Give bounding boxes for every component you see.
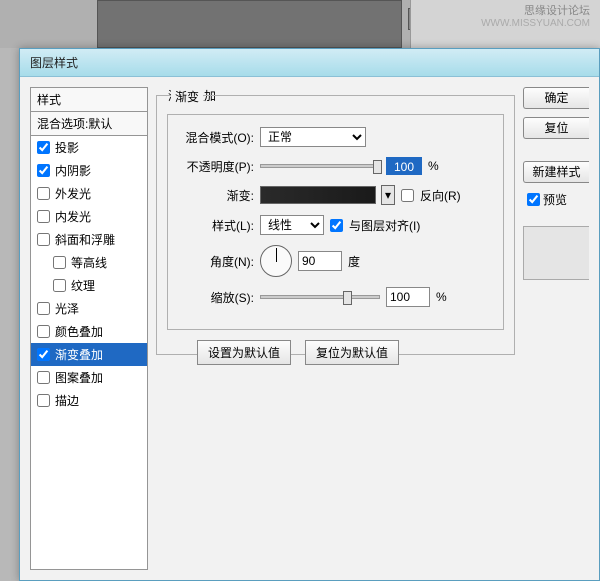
style-label-6: 纹理 <box>71 277 95 294</box>
style-label-4: 斜面和浮雕 <box>55 231 115 248</box>
style-checkbox-3[interactable] <box>37 210 50 223</box>
style-select[interactable]: 线性 <box>260 215 324 235</box>
style-label-10: 图案叠加 <box>55 369 103 386</box>
style-checkbox-6[interactable] <box>53 279 66 292</box>
style-checkbox-10[interactable] <box>37 371 50 384</box>
style-item-4[interactable]: 斜面和浮雕 <box>31 228 147 251</box>
style-label: 样式(L): <box>178 217 254 234</box>
style-item-9[interactable]: 渐变叠加 <box>31 343 147 366</box>
style-label-7: 光泽 <box>55 300 79 317</box>
style-checkbox-9[interactable] <box>37 348 50 361</box>
style-label-9: 渐变叠加 <box>55 346 103 363</box>
style-label-1: 内阴影 <box>55 162 91 179</box>
styles-list-panel: 样式 混合选项:默认 投影内阴影外发光内发光斜面和浮雕等高线纹理光泽颜色叠加渐变… <box>30 87 148 570</box>
reset-default-button[interactable]: 复位为默认值 <box>305 340 399 365</box>
style-label-3: 内发光 <box>55 208 91 225</box>
gradient-dropdown-icon[interactable]: ▾ <box>381 185 395 205</box>
watermark-text: 思缘设计论坛 <box>524 2 590 18</box>
gradient-preview[interactable] <box>260 186 376 204</box>
style-checkbox-11[interactable] <box>37 394 50 407</box>
style-item-2[interactable]: 外发光 <box>31 182 147 205</box>
align-label: 与图层对齐(I) <box>349 217 420 234</box>
subsection-title: 渐变 <box>171 88 203 105</box>
scale-slider[interactable] <box>260 295 380 299</box>
style-label-8: 颜色叠加 <box>55 323 103 340</box>
style-item-1[interactable]: 内阴影 <box>31 159 147 182</box>
style-item-3[interactable]: 内发光 <box>31 205 147 228</box>
app-background: 思缘设计论坛 WWW.MISSYUAN.COM <box>0 0 600 48</box>
watermark-url: WWW.MISSYUAN.COM <box>481 18 590 29</box>
gradient-label: 渐变: <box>178 187 254 204</box>
style-item-11[interactable]: 描边 <box>31 389 147 412</box>
scale-input[interactable] <box>386 287 430 307</box>
align-checkbox[interactable] <box>330 219 343 232</box>
canvas-area-dark <box>97 0 402 48</box>
set-default-button[interactable]: 设置为默认值 <box>197 340 291 365</box>
style-checkbox-7[interactable] <box>37 302 50 315</box>
style-item-6[interactable]: 纹理 <box>31 274 147 297</box>
scale-label: 缩放(S): <box>178 289 254 306</box>
blend-mode-label: 混合模式(O): <box>178 129 254 146</box>
style-label-11: 描边 <box>55 392 79 409</box>
dialog-action-buttons: 确定 复位 新建样式 预览 <box>523 87 589 570</box>
style-item-8[interactable]: 颜色叠加 <box>31 320 147 343</box>
scale-slider-handle[interactable] <box>343 291 352 305</box>
angle-unit: 度 <box>348 253 360 270</box>
blend-mode-select[interactable]: 正常 <box>260 127 366 147</box>
cancel-button[interactable]: 复位 <box>523 117 589 139</box>
style-item-0[interactable]: 投影 <box>31 136 147 159</box>
style-label-0: 投影 <box>55 139 79 156</box>
reverse-label: 反向(R) <box>420 187 461 204</box>
opacity-value[interactable]: 100 <box>386 157 422 175</box>
blend-options-item[interactable]: 混合选项:默认 <box>31 112 147 136</box>
dialog-title: 图层样式 <box>30 56 78 70</box>
dialog-titlebar[interactable]: 图层样式 <box>20 49 599 77</box>
angle-input[interactable] <box>298 251 342 271</box>
preview-swatch <box>523 226 589 280</box>
opacity-unit: % <box>428 159 439 173</box>
preview-label: 预览 <box>543 191 567 208</box>
style-item-10[interactable]: 图案叠加 <box>31 366 147 389</box>
opacity-label: 不透明度(P): <box>178 158 254 175</box>
scale-unit: % <box>436 290 447 304</box>
style-checkbox-1[interactable] <box>37 164 50 177</box>
style-checkbox-4[interactable] <box>37 233 50 246</box>
angle-label: 角度(N): <box>178 253 254 270</box>
preview-checkbox[interactable] <box>527 193 540 206</box>
layer-style-dialog: 图层样式 样式 混合选项:默认 投影内阴影外发光内发光斜面和浮雕等高线纹理光泽颜… <box>19 48 600 581</box>
style-item-7[interactable]: 光泽 <box>31 297 147 320</box>
style-checkbox-8[interactable] <box>37 325 50 338</box>
style-item-5[interactable]: 等高线 <box>31 251 147 274</box>
opacity-slider-handle[interactable] <box>373 160 382 174</box>
angle-dial[interactable] <box>260 245 292 277</box>
reverse-checkbox[interactable] <box>401 189 414 202</box>
styles-header[interactable]: 样式 <box>31 88 147 112</box>
style-label-2: 外发光 <box>55 185 91 202</box>
new-style-button[interactable]: 新建样式 <box>523 161 589 183</box>
gradient-overlay-panel: 渐变叠加 渐变 混合模式(O): 正常 不透明度(P): <box>156 87 515 570</box>
opacity-slider[interactable] <box>260 164 380 168</box>
style-checkbox-2[interactable] <box>37 187 50 200</box>
ok-button[interactable]: 确定 <box>523 87 589 109</box>
style-checkbox-5[interactable] <box>53 256 66 269</box>
style-checkbox-0[interactable] <box>37 141 50 154</box>
style-label-5: 等高线 <box>71 254 107 271</box>
